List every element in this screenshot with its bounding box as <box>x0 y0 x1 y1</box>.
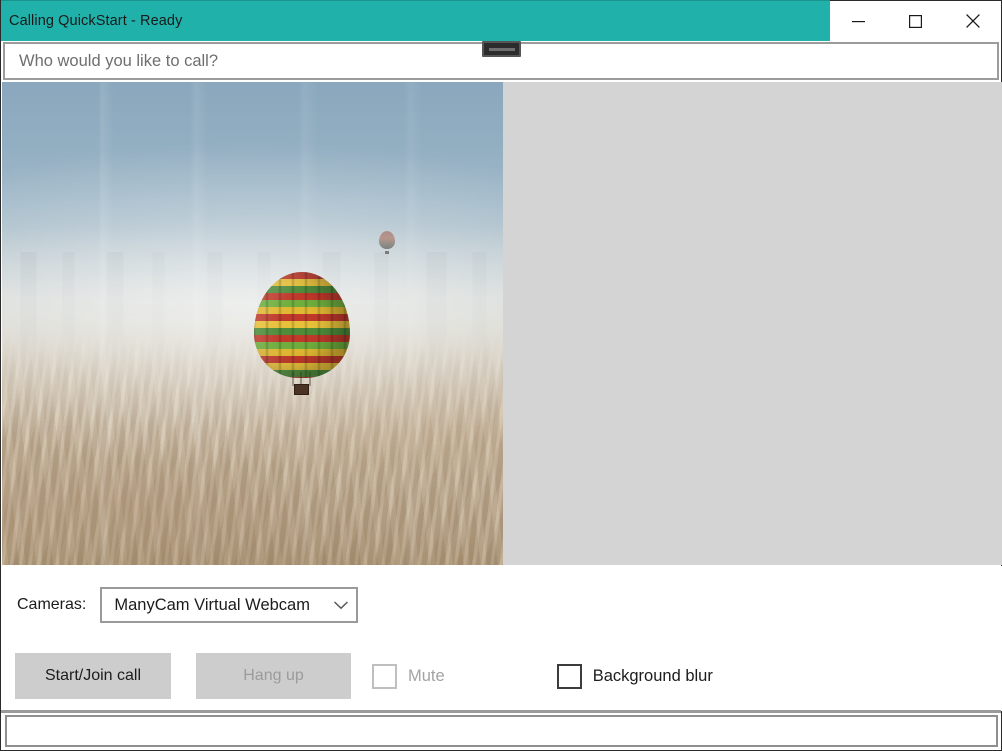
background-blur-checkbox-field[interactable]: Background blur <box>557 664 713 689</box>
hang-up-button[interactable]: Hang up <box>196 653 351 699</box>
controls-panel: Cameras: ManyCam Virtual Webcam Start/Jo… <box>2 566 1002 711</box>
background-blur-label: Background blur <box>593 667 713 686</box>
camera-select-value: ManyCam Virtual Webcam <box>102 596 326 615</box>
title-bar: Calling QuickStart - Ready <box>1 0 1001 41</box>
video-stage: manycam <box>2 82 1002 565</box>
hot-air-balloon-icon <box>254 272 350 397</box>
minimize-button[interactable] <box>830 1 887 41</box>
close-button[interactable] <box>944 1 1001 41</box>
close-icon <box>966 14 980 28</box>
drag-handle[interactable] <box>482 41 521 57</box>
start-join-call-button[interactable]: Start/Join call <box>15 653 171 699</box>
maximize-button[interactable] <box>887 1 944 41</box>
camera-label: Cameras: <box>2 596 100 614</box>
button-row: Start/Join call Hang up Mute Background … <box>2 653 713 699</box>
maximize-icon <box>909 15 922 28</box>
mute-checkbox-field[interactable]: Mute <box>372 664 445 689</box>
camera-row: Cameras: ManyCam Virtual Webcam <box>2 587 358 623</box>
background-blur-checkbox[interactable] <box>557 664 582 689</box>
distant-hot-air-balloon-icon <box>379 231 395 257</box>
mute-checkbox[interactable] <box>372 664 397 689</box>
remote-video-placeholder <box>503 82 1002 565</box>
balloon-basket <box>294 384 309 395</box>
balloon-gores <box>254 272 350 378</box>
status-log-box[interactable] <box>5 715 998 747</box>
light-streaks <box>2 82 503 565</box>
window-title: Calling QuickStart - Ready <box>1 13 182 29</box>
balloon-envelope <box>254 272 350 378</box>
balloon-envelope-far <box>379 231 395 249</box>
camera-select[interactable]: ManyCam Virtual Webcam <box>100 587 358 623</box>
balloon-basket-far <box>385 251 389 254</box>
local-video-preview: manycam <box>2 82 503 565</box>
chevron-down-icon <box>326 600 356 610</box>
title-bar-accent[interactable]: Calling QuickStart - Ready <box>1 0 830 41</box>
mute-label: Mute <box>408 667 445 686</box>
drag-handle-bar <box>489 48 515 51</box>
app-window: Calling QuickStart - Ready <box>0 0 1002 751</box>
minimize-icon <box>852 16 865 27</box>
window-controls <box>830 0 1001 41</box>
status-divider <box>1 710 1001 713</box>
